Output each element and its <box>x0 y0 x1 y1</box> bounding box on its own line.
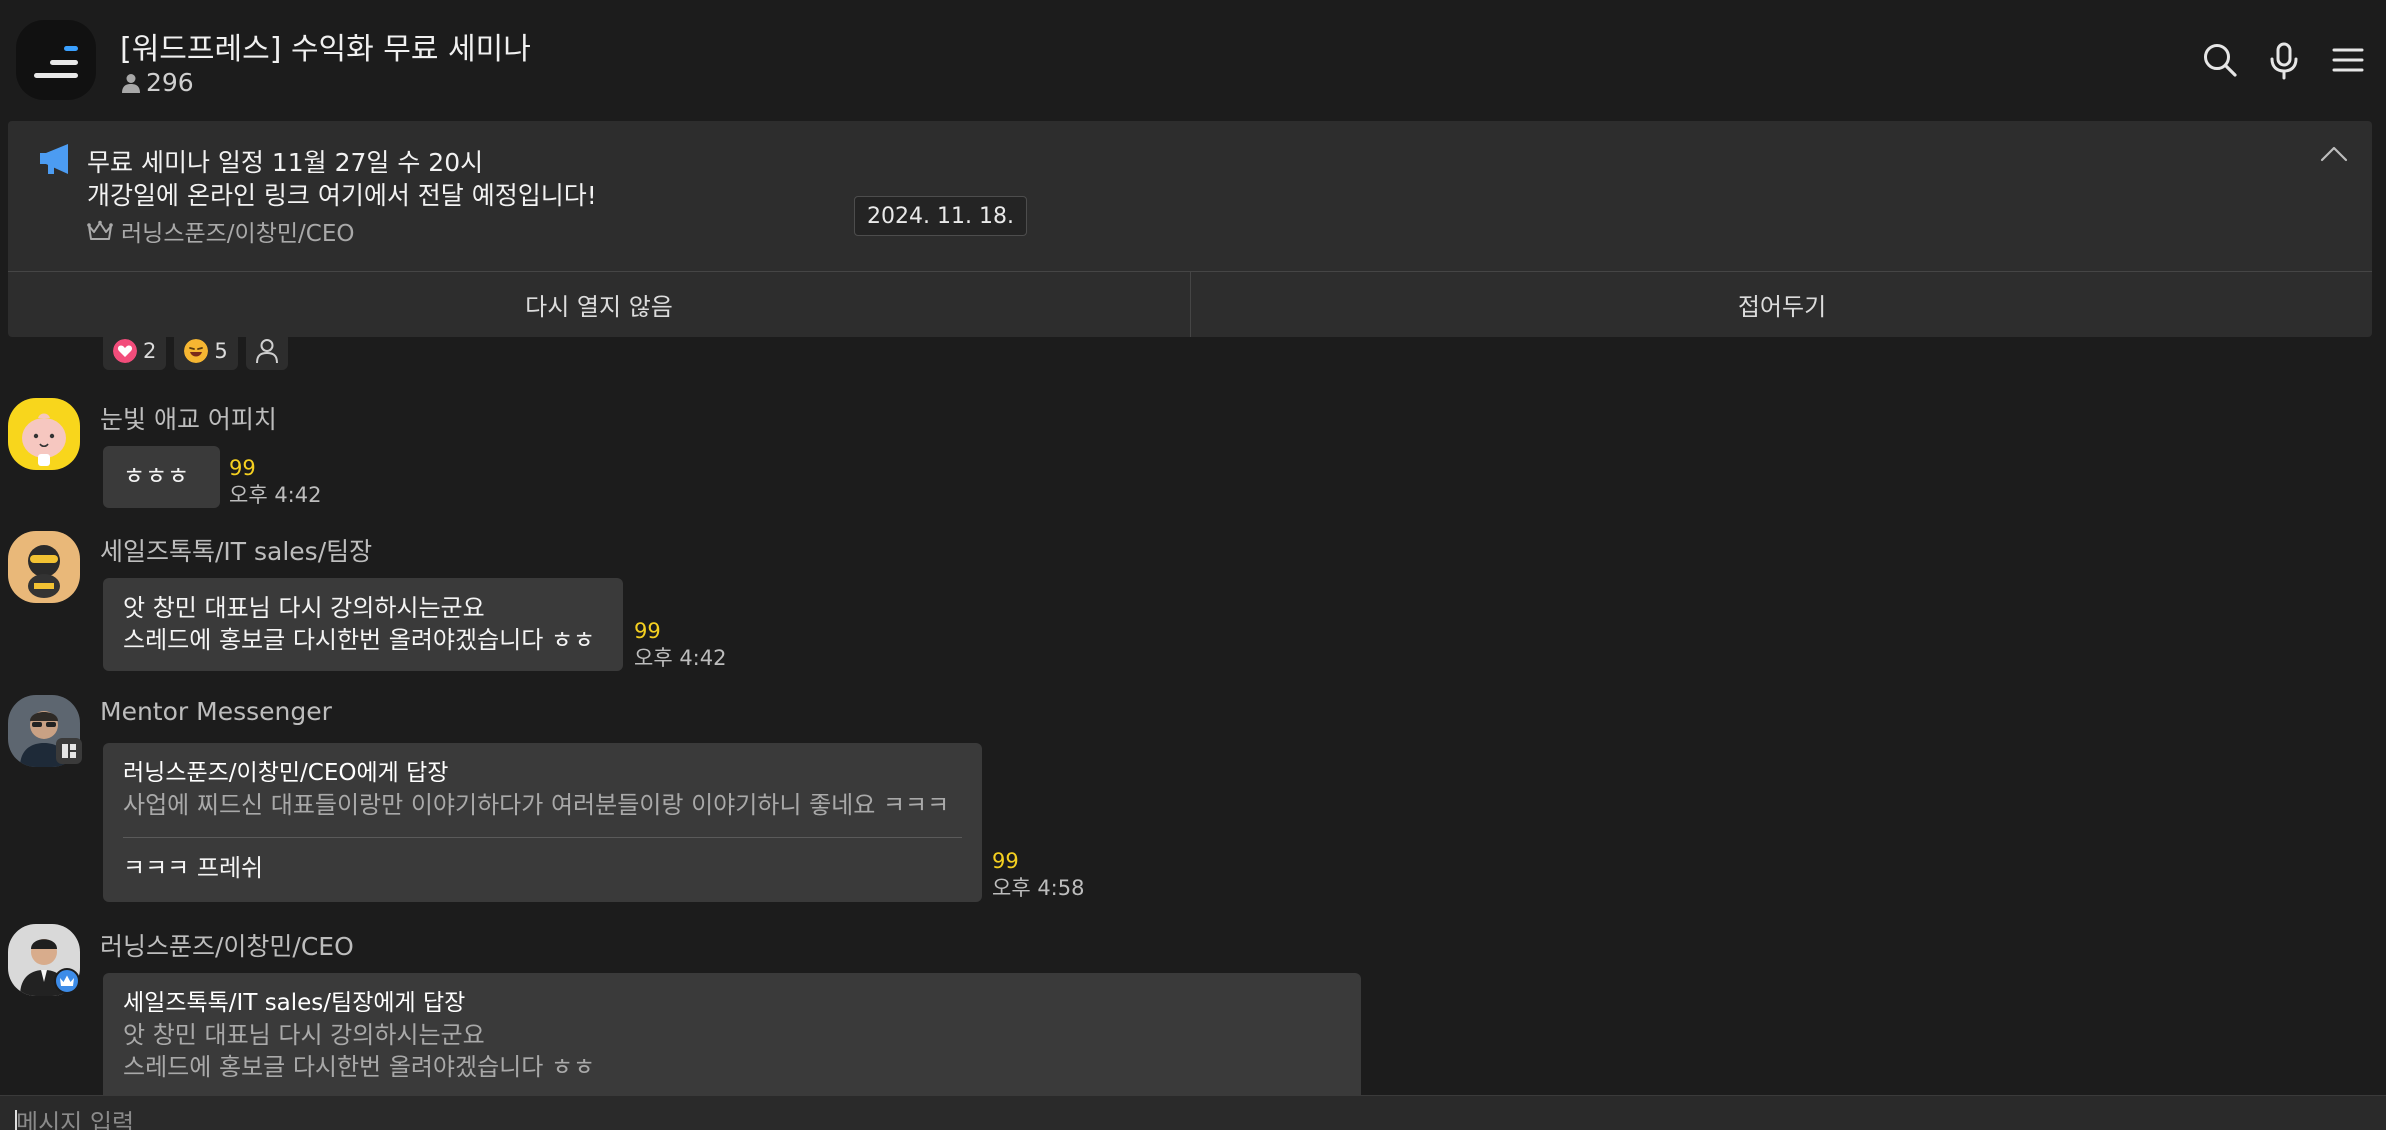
room-logo[interactable] <box>16 20 96 100</box>
dont-show-again-button[interactable]: 다시 열지 않음 <box>8 272 1190 337</box>
date-indicator: 2024. 11. 18. <box>854 196 1027 236</box>
chat-window: [워드프레스] 수익화 무료 세미나 296 2 5 무료 세미나 일정 11월… <box>0 0 2386 1130</box>
message-time: 오후 4:42 <box>634 646 727 670</box>
reaction-count: 5 <box>214 339 228 363</box>
sender-name: 러닝스푼즈/이창민/CEO <box>100 932 354 961</box>
chevron-up-icon[interactable] <box>2320 145 2348 163</box>
message-input[interactable] <box>0 1096 2386 1130</box>
pinned-notice[interactable]: 무료 세미나 일정 11월 27일 수 20시 개강일에 온라인 링크 여기에서… <box>8 121 2372 337</box>
bot-badge-icon <box>56 738 82 764</box>
heart-emoji-icon <box>113 339 137 363</box>
unread-count: 99 <box>634 619 661 643</box>
message-input-bar <box>0 1095 2386 1130</box>
add-reaction-button[interactable] <box>245 332 288 370</box>
apeach-avatar-icon <box>8 398 80 470</box>
reply-quote-line: 앗 창민 대표님 다시 강의하시는군요 <box>123 1021 485 1049</box>
notice-author: 러닝스푼즈/이창민/CEO <box>121 221 355 247</box>
message-meta: 99 오후 4:42 <box>229 455 321 509</box>
notice-content[interactable]: 무료 세미나 일정 11월 27일 수 20시 개강일에 온라인 링크 여기에서… <box>8 121 2372 271</box>
avatar[interactable] <box>8 398 80 470</box>
message-bubble[interactable]: ㅎㅎㅎ <box>103 446 220 508</box>
message-meta: 99 오후 4:42 <box>634 618 726 672</box>
reaction-count: 2 <box>143 339 157 363</box>
chat-header: [워드프레스] 수익화 무료 세미나 296 <box>0 0 2386 120</box>
member-count-value: 296 <box>146 68 194 97</box>
collapse-notice-button[interactable]: 접어두기 <box>1191 272 2373 337</box>
megaphone-icon <box>40 144 68 174</box>
logo-bar <box>50 60 78 65</box>
logo-bar <box>64 46 78 51</box>
message-bubble[interactable]: 앗 창민 대표님 다시 강의하시는군요 스레드에 홍보글 다시한번 올려야겠습니… <box>103 578 623 671</box>
microphone-icon[interactable] <box>2264 40 2304 80</box>
logo-bar <box>34 73 78 78</box>
message-time: 오후 4:58 <box>992 876 1085 900</box>
laughing-emoji-icon <box>184 339 209 363</box>
sender-name: 세일즈톡톡/IT sales/팀장 <box>100 537 373 566</box>
reply-divider <box>123 837 962 838</box>
notice-text-line2: 개강일에 온라인 링크 여기에서 전달 예정입니다! <box>87 181 597 210</box>
unread-count: 99 <box>229 456 256 480</box>
message-time: 오후 4:42 <box>229 483 322 507</box>
menu-icon[interactable] <box>2328 40 2368 80</box>
reaction-laugh[interactable]: 5 <box>174 332 238 370</box>
message-text-line: 스레드에 홍보글 다시한번 올려야겠습니다 ㅎㅎ <box>123 626 596 654</box>
reaction-heart[interactable]: 2 <box>103 332 167 370</box>
message-text: ㅎㅎㅎ <box>123 462 190 490</box>
text-caret <box>15 1110 17 1130</box>
person-icon <box>122 73 140 93</box>
reply-target: 세일즈톡톡/IT sales/팀장에게 답장 <box>123 990 466 1016</box>
reply-message-bubble[interactable]: 세일즈톡톡/IT sales/팀장에게 답장 앗 창민 대표님 다시 강의하시는… <box>103 973 1361 1095</box>
message-meta: 99 오후 4:58 <box>992 848 1084 902</box>
sender-name: Mentor Messenger <box>100 697 332 726</box>
reply-message-bubble[interactable]: 러닝스푼즈/이창민/CEO에게 답장 사업에 찌드신 대표들이랑만 이야기하다가… <box>103 743 982 902</box>
search-icon[interactable] <box>2200 40 2240 80</box>
reaction-row: 2 5 <box>103 332 288 370</box>
sender-name: 눈빛 애교 어피치 <box>100 405 277 434</box>
member-count[interactable]: 296 <box>122 68 194 97</box>
reply-target: 러닝스푼즈/이창민/CEO에게 답장 <box>123 760 449 786</box>
message-text-line: 앗 창민 대표님 다시 강의하시는군요 <box>123 594 485 622</box>
person-outline-icon <box>255 339 278 364</box>
reply-quote: 사업에 찌드신 대표들이랑만 이야기하다가 여러분들이랑 이야기하니 좋네요 ㅋ… <box>123 791 950 819</box>
unread-count: 99 <box>992 849 1019 873</box>
message-text: ㅋㅋㅋ 프레쉬 <box>123 854 264 882</box>
room-title: [워드프레스] 수익화 무료 세미나 <box>120 32 531 67</box>
crown-icon <box>87 220 113 240</box>
character-avatar-icon <box>8 531 80 603</box>
notice-author-row: 러닝스푼즈/이창민/CEO <box>87 214 354 248</box>
reply-quote-line: 스레드에 홍보글 다시한번 올려야겠습니다 ㅎㅎ <box>123 1053 596 1081</box>
avatar[interactable] <box>8 531 80 603</box>
crown-badge-icon <box>54 968 80 994</box>
notice-text-line1: 무료 세미나 일정 11월 27일 수 20시 <box>87 148 484 177</box>
